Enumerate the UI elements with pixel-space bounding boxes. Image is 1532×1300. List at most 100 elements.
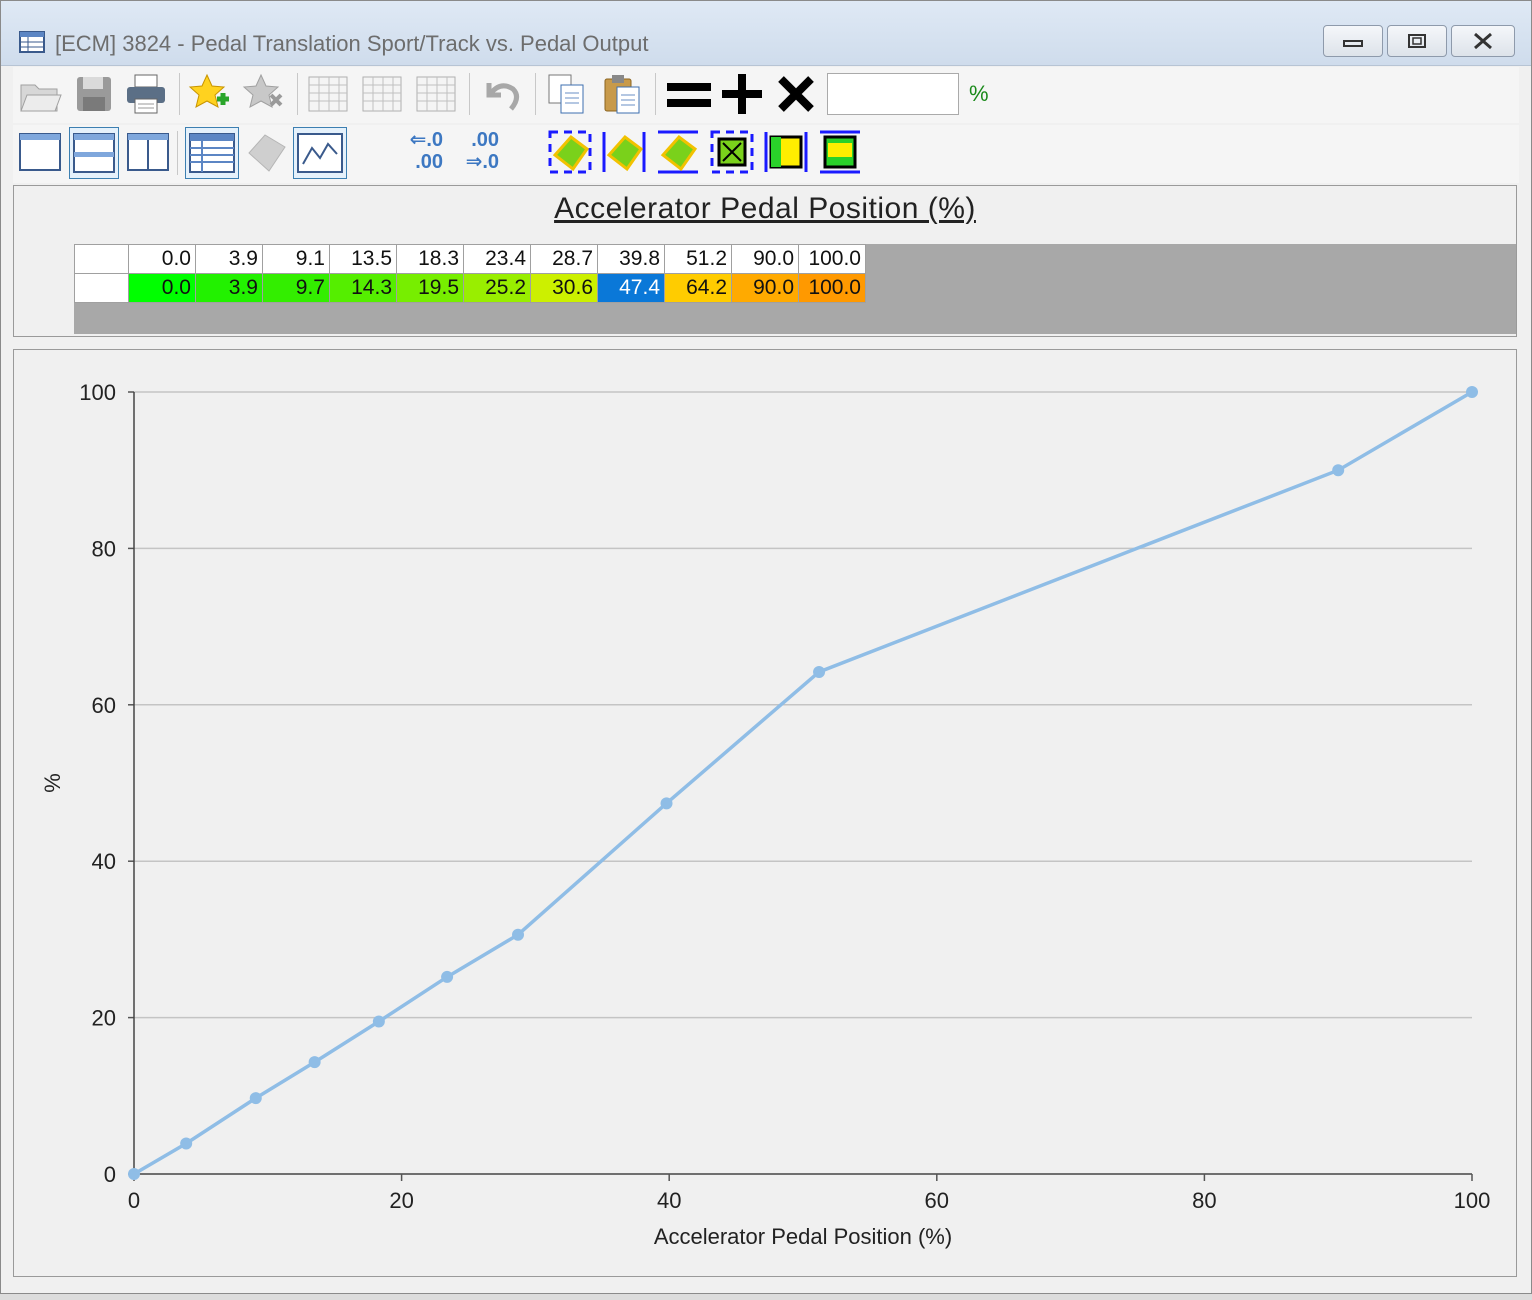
grid-icon — [362, 76, 402, 112]
increase-decimals-label: .00 ⇒.0 — [449, 129, 499, 173]
x-tick-label: 80 — [1192, 1188, 1216, 1213]
table-grid-button-1[interactable] — [305, 71, 351, 117]
table-grid-button-3[interactable] — [413, 71, 459, 117]
value-cell[interactable]: 30.6 — [530, 273, 598, 303]
line-chart: 0 20 40 60 80 100 0 20 40 60 80 100 Accelerator Peda… — [40, 380, 1490, 1249]
data-point — [441, 970, 454, 983]
view-split-horizontal-button[interactable] — [69, 127, 119, 179]
add-value-button[interactable] — [719, 71, 765, 117]
x-tick-label: 0 — [128, 1188, 140, 1213]
select-rows-icon — [658, 130, 698, 174]
data-point — [128, 1168, 140, 1180]
value-row: 0.0 3.9 9.7 14.3 19.5 25.2 30.6 47.4 64.2 90.0 100… — [74, 273, 866, 303]
close-icon — [1474, 32, 1492, 50]
axis-header-cell[interactable]: 13.5 — [329, 244, 397, 274]
value-cell[interactable]: 25.2 — [463, 273, 531, 303]
value-cell[interactable]: 14.3 — [329, 273, 397, 303]
set-value-button[interactable] — [665, 71, 711, 117]
select-columns-button[interactable] — [601, 129, 647, 175]
add-favorite-button[interactable] — [187, 71, 233, 117]
undo-button[interactable] — [479, 71, 525, 117]
view-split-vertical-button[interactable] — [125, 129, 171, 175]
value-cell[interactable]: 9.7 — [262, 273, 330, 303]
axis-header-cell[interactable]: 39.8 — [597, 244, 665, 274]
copy-icon — [548, 74, 584, 114]
3d-view-button[interactable] — [243, 129, 289, 175]
grid-icon — [416, 76, 456, 112]
toolbar-separator — [535, 73, 536, 115]
value-cell-selected[interactable]: 47.4 — [597, 273, 665, 303]
data-point — [372, 1015, 385, 1028]
fill-row-button[interactable] — [817, 129, 863, 175]
decrease-decimals-button[interactable]: ⇐.0 .00 — [393, 129, 443, 175]
axis-header-cell[interactable]: 0.0 — [128, 244, 196, 274]
axis-header-cell[interactable]: 23.4 — [463, 244, 531, 274]
restore-button[interactable] — [1387, 25, 1447, 57]
axis-header-cell[interactable]: 28.7 — [530, 244, 598, 274]
select-rows-button[interactable] — [655, 129, 701, 175]
folder-open-icon — [20, 84, 62, 112]
value-cell[interactable]: 100.0 — [798, 273, 866, 303]
axis-header-cell[interactable]: 9.1 — [262, 244, 330, 274]
x-tick-label: 60 — [925, 1188, 949, 1213]
value-cell[interactable]: 64.2 — [664, 273, 732, 303]
data-point — [1332, 464, 1345, 477]
value-cell[interactable]: 3.9 — [195, 273, 263, 303]
axis-header-cell[interactable]: 100.0 — [798, 244, 866, 274]
multiply-value-button[interactable] — [773, 71, 819, 117]
decrease-decimals-line2: .00 — [415, 151, 443, 173]
data-point — [1466, 386, 1478, 398]
surface-3d-icon — [248, 134, 286, 172]
decrease-decimals-label: ⇐.0 .00 — [393, 129, 443, 173]
fill-row-icon — [820, 130, 860, 174]
toolbar-separator — [469, 73, 470, 115]
close-button[interactable] — [1451, 25, 1515, 57]
y-tick-label: 80 — [92, 536, 116, 561]
table-grid-button-2[interactable] — [359, 71, 405, 117]
toolbar-separator — [179, 73, 180, 115]
y-tick-label: 0 — [104, 1162, 116, 1187]
remove-favorite-button[interactable] — [241, 71, 287, 117]
copy-button[interactable] — [545, 71, 591, 117]
value-cell[interactable]: 19.5 — [396, 273, 464, 303]
print-button[interactable] — [123, 71, 169, 117]
axis-header-cell[interactable]: 51.2 — [664, 244, 732, 274]
data-point — [512, 928, 525, 941]
fill-column-icon — [764, 132, 808, 172]
toolbar-separator — [177, 131, 178, 175]
select-all-button[interactable] — [547, 129, 593, 175]
paste-icon — [604, 75, 640, 114]
y-tick-label: 40 — [92, 849, 116, 874]
save-button[interactable] — [71, 71, 117, 117]
grid-icon — [308, 76, 348, 112]
paste-button[interactable] — [599, 71, 645, 117]
axis-title: Accelerator Pedal Position (%) — [554, 192, 976, 225]
axis-header-cell[interactable]: 18.3 — [396, 244, 464, 274]
toolbar-separator — [297, 73, 298, 115]
unit-label: % — [969, 81, 989, 106]
axis-header-cell[interactable]: 90.0 — [731, 244, 799, 274]
split-vertical-icon — [127, 133, 169, 171]
axis-header-cell[interactable]: 3.9 — [195, 244, 263, 274]
data-point — [813, 665, 826, 678]
series-line — [133, 390, 1473, 1176]
graph-view-button[interactable] — [293, 127, 347, 179]
value-cell[interactable]: 90.0 — [731, 273, 799, 303]
table-panel: Accelerator Pedal Position (%) 0.0 3.9 9.1… — [13, 185, 1517, 337]
select-cell-button[interactable] — [709, 129, 755, 175]
split-horizontal-icon — [73, 133, 115, 173]
value-cell[interactable]: 0.0 — [128, 273, 196, 303]
row-header-blank — [74, 273, 129, 303]
fill-column-button[interactable] — [763, 129, 809, 175]
operation-value-input[interactable] — [827, 73, 959, 115]
view-single-button[interactable] — [17, 129, 63, 175]
table-window-icon — [19, 31, 45, 53]
minimize-icon — [1343, 40, 1363, 47]
table-editor-window: [ECM] 3824 - Pedal Translation Sport/Tra… — [0, 0, 1532, 1294]
y-tick-label: 20 — [92, 1006, 116, 1031]
open-button[interactable] — [17, 71, 63, 117]
table-view-button[interactable] — [185, 127, 239, 179]
increase-decimals-button[interactable]: .00 ⇒.0 — [449, 129, 499, 175]
minimize-button[interactable] — [1323, 25, 1383, 57]
x-tick-label: 20 — [389, 1188, 413, 1213]
